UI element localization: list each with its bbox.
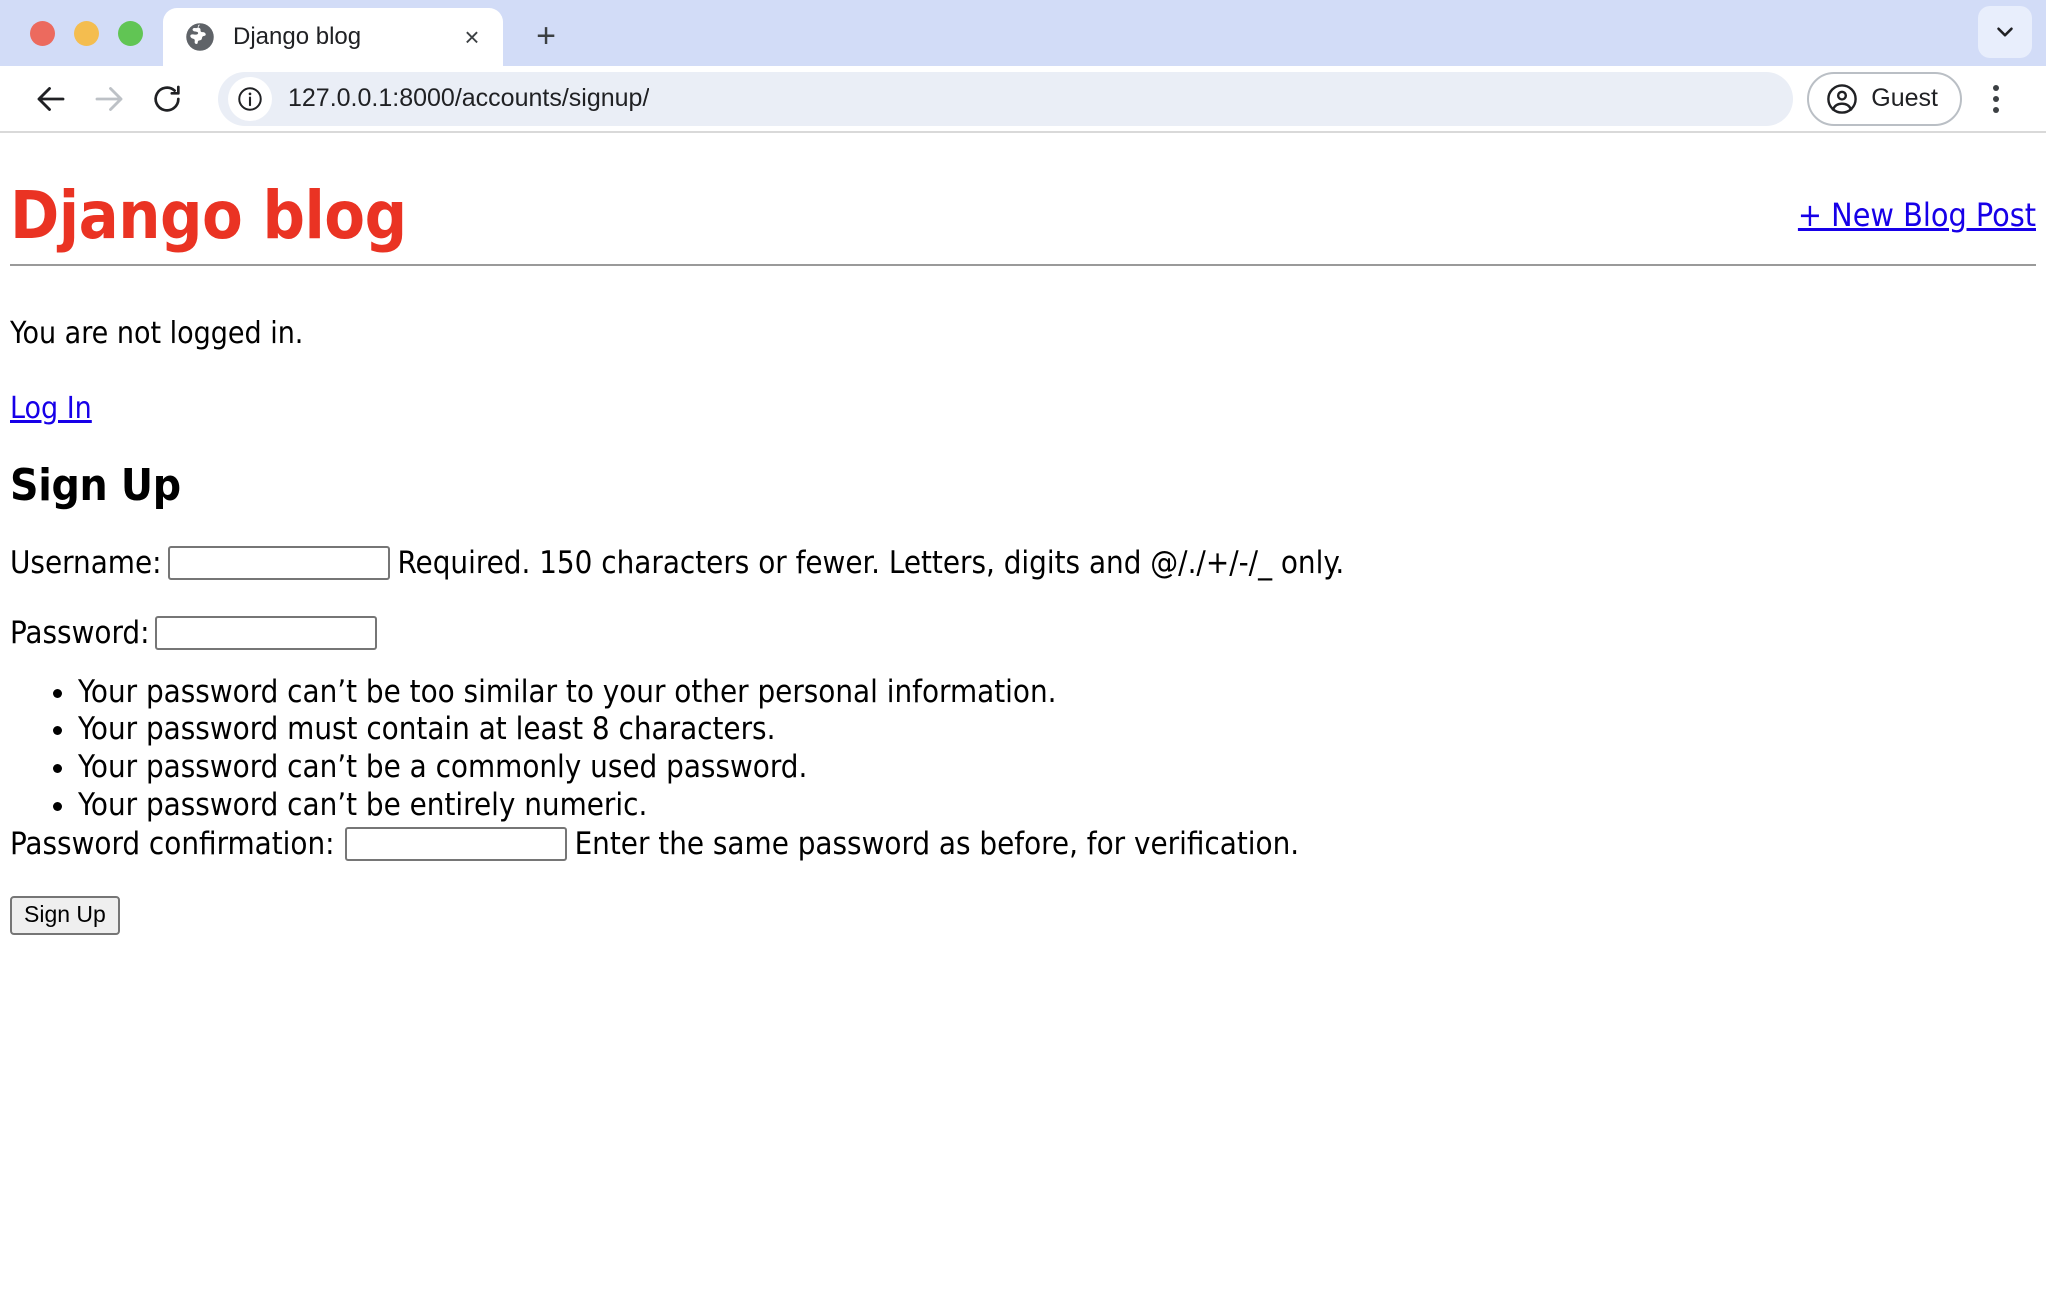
page-content: Django blog + New Blog Post You are not …	[0, 133, 2046, 1300]
list-item: Your password can’t be a commonly used p…	[78, 750, 2036, 785]
info-circle-icon	[238, 86, 262, 111]
site-info-button[interactable]	[228, 76, 272, 121]
signup-form: Username: Required. 150 characters or fe…	[10, 545, 2036, 935]
username-row: Username: Required. 150 characters or fe…	[10, 545, 2036, 581]
tab-strip: Django blog × +	[0, 0, 2046, 66]
forward-arrow-icon	[95, 86, 123, 111]
kebab-dot	[1993, 95, 1999, 102]
globe-icon	[186, 23, 214, 51]
login-link[interactable]: Log In	[10, 391, 92, 426]
new-blog-post-link[interactable]: + New Blog Post	[1798, 196, 2036, 234]
new-tab-button[interactable]: +	[521, 11, 571, 61]
password-confirmation-help-text: Enter the same password as before, for v…	[574, 825, 1300, 862]
site-brand[interactable]: Django blog	[10, 181, 407, 251]
back-arrow-icon	[37, 86, 65, 111]
password-requirements-list: Your password can’t be too similar to yo…	[10, 674, 2036, 823]
username-help-text: Required. 150 characters or fewer. Lette…	[397, 544, 1345, 581]
window-controls	[22, 0, 163, 66]
sign-up-button[interactable]: Sign Up	[10, 895, 120, 935]
list-item: Your password must contain at least 8 ch…	[78, 712, 2036, 747]
password-row: Password:	[10, 615, 2036, 651]
username-input[interactable]	[167, 545, 390, 580]
address-bar[interactable]: 127.0.0.1:8000/accounts/signup/	[218, 71, 1794, 126]
password-confirmation-label: Password confirmation:	[10, 825, 335, 862]
browser-toolbar: 127.0.0.1:8000/accounts/signup/ Guest	[0, 66, 2046, 131]
close-tab-button[interactable]: ×	[457, 22, 487, 52]
reload-button[interactable]	[138, 70, 196, 128]
account-circle-icon	[1827, 83, 1858, 114]
list-item: Your password can’t be too similar to yo…	[78, 674, 2036, 710]
submit-row: Sign Up	[10, 895, 2036, 935]
page-title: Sign Up	[10, 460, 181, 512]
header-divider	[10, 264, 2036, 267]
password-confirmation-row: Password confirmation: Enter the same pa…	[10, 826, 2036, 862]
tab-search-chevron-down-icon[interactable]	[1978, 6, 2032, 58]
url-text[interactable]: 127.0.0.1:8000/accounts/signup/	[288, 84, 649, 113]
password-confirmation-input[interactable]	[344, 826, 567, 861]
reload-icon	[154, 85, 180, 112]
browser-menu-button[interactable]	[1968, 71, 2024, 127]
username-label: Username:	[10, 544, 162, 581]
browser-window: Django blog × + 127.0.0.1:8000/accounts/…	[0, 0, 2046, 133]
tab-title: Django blog	[233, 23, 362, 50]
close-window-button[interactable]	[30, 20, 55, 46]
password-label: Password:	[10, 614, 150, 651]
profile-label: Guest	[1871, 84, 1938, 112]
minimize-window-button[interactable]	[74, 20, 99, 46]
password-input[interactable]	[155, 615, 378, 650]
auth-status-text: You are not logged in.	[10, 316, 304, 352]
maximize-window-button[interactable]	[118, 20, 143, 46]
forward-button[interactable]	[80, 70, 138, 128]
profile-button[interactable]: Guest	[1807, 71, 1962, 126]
kebab-dot	[1993, 84, 1999, 91]
browser-tab[interactable]: Django blog ×	[163, 8, 503, 66]
site-header: Django blog + New Blog Post	[10, 133, 2036, 264]
kebab-dot	[1993, 106, 1999, 113]
chevron-down-icon	[1997, 27, 2013, 37]
back-button[interactable]	[22, 70, 80, 128]
list-item: Your password can’t be entirely numeric.	[78, 788, 2036, 823]
